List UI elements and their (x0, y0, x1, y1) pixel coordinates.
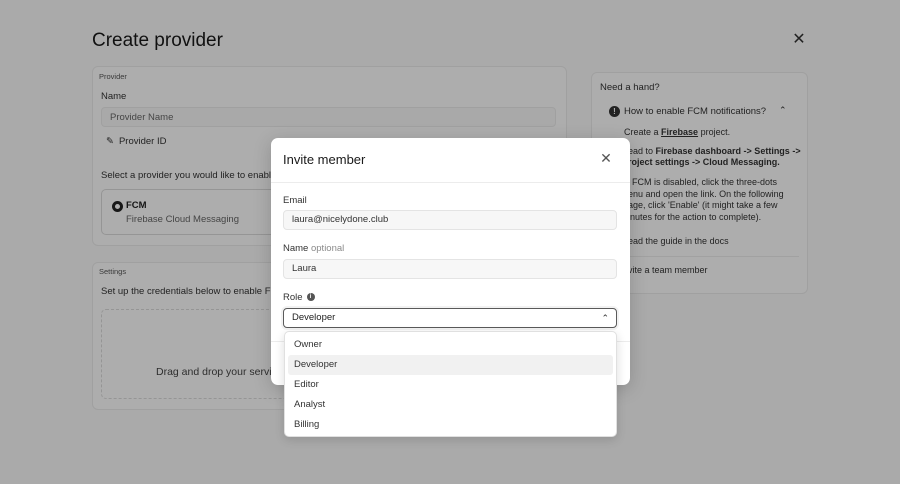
name-label: Name optional (283, 243, 345, 254)
info-icon: i (306, 293, 315, 302)
role-dropdown-menu: Owner Developer Editor Analyst Billing (284, 331, 617, 437)
modal-divider (271, 182, 630, 183)
role-option-developer[interactable]: Developer (288, 355, 613, 375)
chevron-up-icon: ⌃ (601, 313, 609, 323)
name-field[interactable]: Laura (283, 259, 617, 279)
email-label: Email (283, 195, 307, 206)
role-option-billing[interactable]: Billing (288, 415, 613, 435)
role-option-owner[interactable]: Owner (288, 335, 613, 355)
role-select[interactable]: Developer ⌃ (283, 308, 617, 328)
close-icon[interactable]: ✕ (599, 151, 613, 165)
role-option-analyst[interactable]: Analyst (288, 395, 613, 415)
role-selected-value: Developer (292, 312, 336, 323)
modal-title: Invite member (283, 152, 366, 167)
role-option-editor[interactable]: Editor (288, 375, 613, 395)
email-field[interactable]: laura@nicelydone.club (283, 210, 617, 230)
role-label: Role i (283, 292, 315, 303)
optional-hint: optional (310, 243, 345, 254)
